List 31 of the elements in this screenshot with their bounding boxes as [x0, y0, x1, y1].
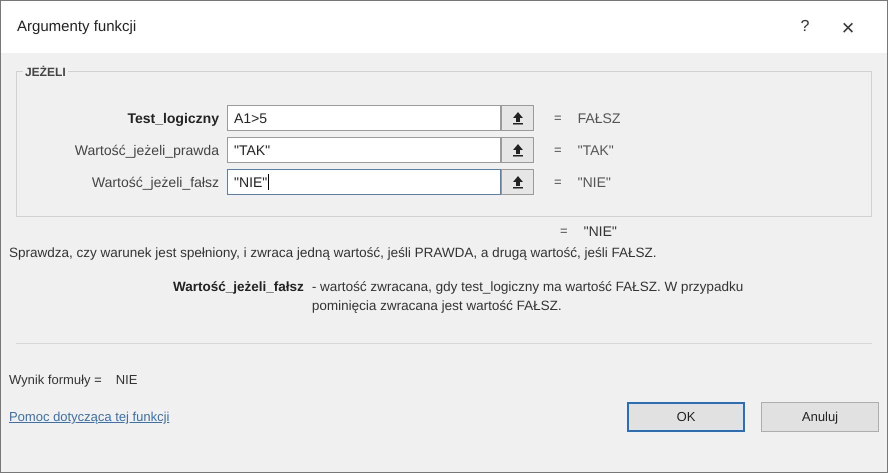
window-title: Argumenty funkcji: [17, 16, 138, 37]
collapse-button[interactable]: [501, 169, 534, 195]
argument-label: Wartość_jeżeli_prawda: [74, 140, 220, 160]
argument-result: "NIE": [578, 172, 611, 192]
collapse-arrow-icon: [512, 111, 524, 125]
argument-help-text: - wartość zwracana, gdy test_logiczny ma wartość FAŁSZ. W przypadku pominięcia zwracana jest wartość FAŁSZ.: [312, 278, 744, 316]
collapse-arrow-icon: [512, 143, 524, 157]
argument-help-name: Wartość_jeżeli_fałsz: [173, 278, 304, 296]
help-link[interactable]: Pomoc dotycząca tej funkcji: [9, 407, 611, 426]
argument-label: Wartość_jeżeli_fałsz: [90, 172, 220, 192]
argument-label: Test_logiczny: [126, 108, 220, 128]
dialog-button[interactable]: Anuluj: [761, 402, 879, 432]
argument-result: FAŁSZ: [578, 108, 620, 128]
collapse-button[interactable]: [501, 137, 534, 163]
argument-field[interactable]: A1>5: [227, 105, 501, 131]
argument-result: "TAK": [578, 140, 614, 160]
function-description: Sprawdza, czy warunek jest spełniony, i zwraca jedną wartość, jeśli PRAWDA, a drugą wartość, jeśli FAŁSZ.: [8, 244, 658, 262]
close-button[interactable]: ×: [825, 10, 871, 44]
collapse-arrow-icon: [512, 175, 524, 189]
equals-sign: =: [554, 173, 562, 192]
dialog-button[interactable]: OK: [627, 402, 745, 432]
formula-result-value: NIE: [116, 371, 138, 390]
equals-sign: =: [554, 141, 562, 160]
formula-result-label: Wynik formuły =: [9, 371, 102, 390]
equals-sign: =: [560, 222, 568, 240]
collapse-button[interactable]: [501, 105, 534, 131]
argument-field[interactable]: "TAK": [227, 137, 501, 163]
argument-field[interactable]: "NIE": [227, 169, 501, 195]
help-button[interactable]: ?: [785, 15, 825, 39]
function-result: "NIE": [584, 222, 617, 240]
equals-sign: =: [554, 109, 562, 128]
